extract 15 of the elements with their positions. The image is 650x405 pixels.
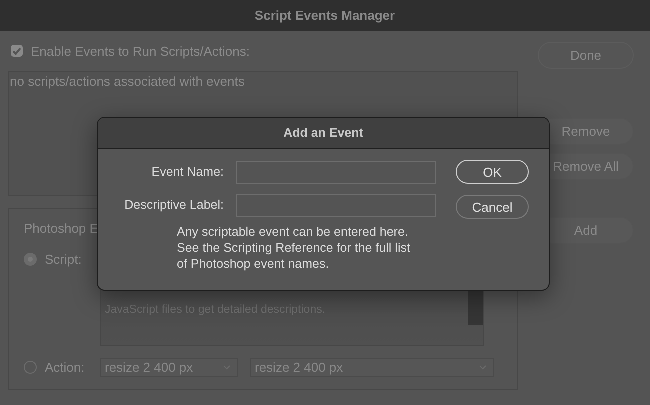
- checkbox[interactable]: [11, 45, 23, 57]
- window-title: Script Events Manager: [254, 8, 396, 23]
- empty-list-text: no scripts/actions associated with events: [10, 74, 245, 89]
- radio-button[interactable]: [24, 361, 37, 374]
- hint-text: Any scriptable event can be entered here.: [177, 224, 410, 240]
- dialog-button[interactable]: Cancel: [456, 195, 529, 219]
- field-label: Event Name:: [150, 165, 224, 179]
- field-label: Descriptive Label:: [124, 198, 224, 212]
- hint-text: See the Scripting Reference for the full list: [177, 240, 412, 256]
- dialog-title: Add an Event: [284, 126, 364, 140]
- radio-button[interactable]: [24, 252, 37, 266]
- input-field[interactable]: [236, 194, 436, 216]
- hint-text: of Photoshop event names.: [177, 256, 330, 272]
- dialog-button[interactable]: OK: [456, 160, 529, 184]
- input-field[interactable]: [236, 160, 436, 184]
